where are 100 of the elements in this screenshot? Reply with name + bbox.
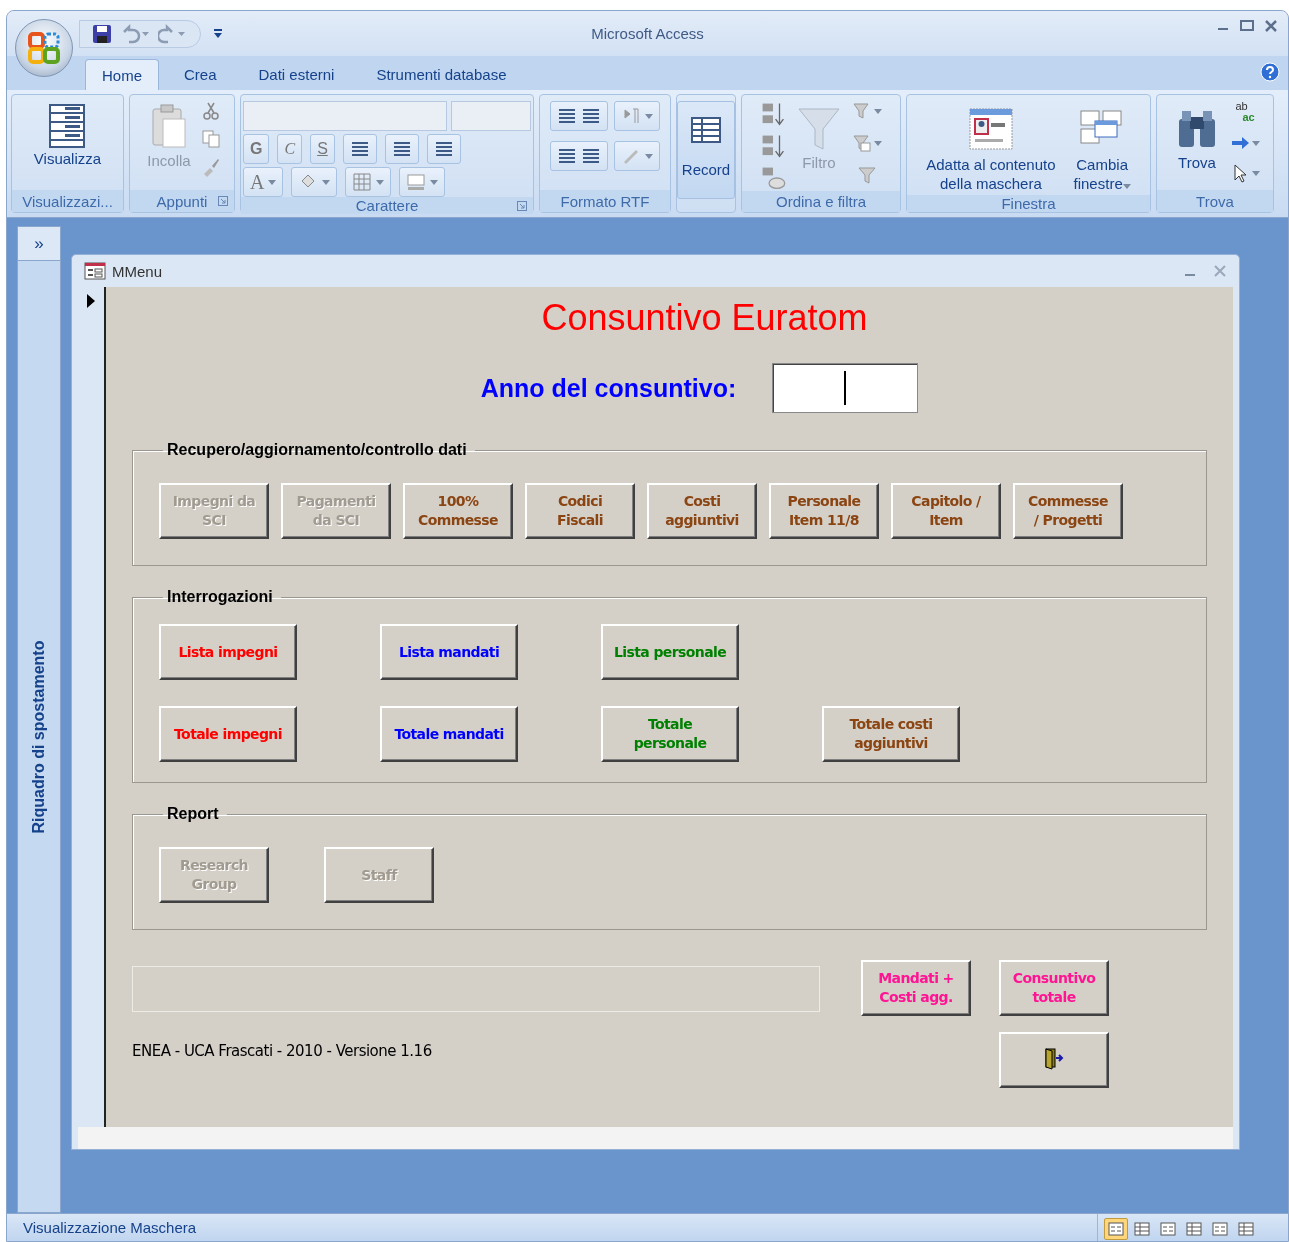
dropdown-caret-icon [376, 179, 385, 185]
form-button[interactable]: Mandati + Costi agg. [861, 960, 971, 1016]
ribbon-tab[interactable]: Home [85, 59, 159, 90]
ribbon-button[interactable]: Adatta al contenuto della maschera [922, 101, 1060, 195]
year-field[interactable] [772, 363, 919, 413]
bold-button[interactable]: G [243, 134, 270, 164]
ribbon-tab[interactable]: Crea [167, 58, 234, 90]
form-button[interactable]: Lista personale [601, 624, 739, 680]
form-button[interactable]: Totale personale [601, 706, 739, 762]
exit-door-icon [1042, 1045, 1066, 1070]
form-button[interactable]: Lista mandati [380, 624, 518, 680]
row-color-button[interactable] [399, 167, 446, 197]
form-button[interactable]: Commesse / Progetti [1013, 483, 1123, 539]
form-button[interactable]: Consuntivo totale [999, 960, 1109, 1016]
form-button[interactable]: Capitolo / Item [891, 483, 1001, 539]
font-color-button[interactable]: A [243, 167, 284, 197]
record-button[interactable]: Record [676, 101, 736, 199]
paragraph-button[interactable] [614, 101, 660, 131]
dropdown-caret-icon [874, 140, 882, 146]
dropdown-caret-icon [322, 179, 331, 185]
form-button[interactable]: 100% Commesse [403, 483, 513, 539]
group-label: Visualizzazi... [22, 192, 113, 210]
ribbon-button[interactable]: Visualizza [29, 101, 106, 170]
window-title: Microsoft Access [591, 25, 704, 42]
dialog-launcher-icon[interactable] [517, 200, 527, 211]
align-center-icon[interactable] [391, 139, 412, 159]
decrease-indent-button[interactable] [550, 101, 608, 131]
dropdown-caret-icon [1252, 140, 1260, 146]
section-title: Recupero/aggiornamento/controllo dati [166, 441, 468, 459]
copy-icon[interactable] [200, 129, 221, 149]
save-icon[interactable] [92, 23, 112, 44]
form-button[interactable]: Lista impegni [159, 624, 297, 680]
dropdown-caret-icon [645, 153, 653, 159]
office-logo-icon [27, 31, 61, 65]
align-left-icon[interactable] [349, 139, 370, 159]
form-heading: Consuntivo Euratom [541, 297, 868, 339]
grid-icon[interactable] [352, 172, 373, 192]
underline-button[interactable]: S [310, 134, 335, 164]
customize-toolbar-icon[interactable] [213, 27, 223, 40]
view-button[interactable] [1104, 1217, 1128, 1240]
dialog-launcher-icon[interactable] [218, 196, 228, 206]
form-title: MMenu [112, 262, 164, 280]
close-icon[interactable] [1213, 264, 1227, 278]
clear-sort-icon[interactable] [760, 165, 786, 191]
sort-ascending-icon[interactable] [760, 101, 786, 127]
italic-button[interactable]: C [277, 134, 303, 164]
ribbon-tab[interactable]: Strumenti database [359, 58, 524, 90]
toggle-filter-icon[interactable] [857, 165, 877, 185]
form-button[interactable]: Totale costi aggiuntivi [822, 706, 960, 762]
indent-icon[interactable] [581, 106, 601, 126]
align-right-button[interactable] [426, 134, 461, 164]
form-view-icon [47, 103, 88, 149]
nav-pane-label[interactable]: Riquadro di spostamento [30, 640, 48, 833]
status-text: Visualizzazione Maschera [23, 1219, 197, 1236]
dropdown-caret-icon [645, 113, 653, 119]
form-button[interactable]: Personale Item 11/8 [769, 483, 879, 539]
dropdown-caret-icon [1252, 170, 1260, 176]
close-icon[interactable] [1264, 19, 1278, 33]
form-button[interactable]: Totale mandati [380, 706, 518, 762]
group-label: Appunti [156, 192, 208, 210]
list-button[interactable] [550, 141, 608, 171]
ribbon-button[interactable]: Trova [1170, 101, 1224, 174]
align-right-icon[interactable] [433, 139, 454, 159]
dropdown-caret-icon [1122, 184, 1131, 189]
bullet-list-icon[interactable] [581, 146, 601, 166]
expand-nav-button[interactable]: » [18, 227, 60, 261]
form-button[interactable]: Costi aggiuntivi [647, 483, 757, 539]
form-button[interactable]: Totale impegni [159, 706, 297, 762]
ribbon-tab[interactable]: Dati esterni [241, 58, 352, 90]
form-button[interactable]: Codici Fiscali [525, 483, 635, 539]
numbered-list-icon[interactable] [557, 146, 577, 166]
advanced-filter-icon[interactable] [852, 133, 872, 153]
align-center-button[interactable] [384, 134, 419, 164]
footer-text: ENEA - UCA Frascati - 2010 - Versione 1.16 [132, 1042, 433, 1060]
redo-icon[interactable] [158, 23, 188, 44]
group-label: Finestra [1001, 195, 1056, 212]
indent-icon[interactable] [557, 106, 577, 126]
help-icon[interactable] [1260, 62, 1280, 82]
switch-windows-button[interactable]: Cambia finestre [1069, 101, 1135, 195]
form-icon [84, 262, 106, 280]
exit-button[interactable] [999, 1032, 1109, 1088]
align-left-button[interactable] [342, 134, 377, 164]
dropdown-caret-icon [874, 108, 882, 114]
clipboard-icon [149, 103, 189, 151]
maximize-icon[interactable] [1240, 19, 1254, 33]
group-label: Trova [1196, 192, 1234, 210]
text-caret [844, 371, 847, 405]
dropdown-caret-icon [268, 179, 277, 185]
cut-icon[interactable] [200, 101, 221, 121]
year-label: Anno del consuntivo: [480, 373, 737, 403]
sort-descending-icon[interactable] [760, 133, 786, 159]
section-title: Interrogazioni [166, 588, 274, 606]
group-label: Formato RTF [560, 192, 650, 210]
record-selector-icon [86, 293, 96, 309]
replace-button[interactable]: ab ac [1235, 101, 1255, 123]
fill-color-button[interactable] [291, 167, 338, 197]
filter-selection-icon[interactable] [852, 101, 872, 121]
group-label: Carattere [355, 197, 419, 214]
section-title: Report [166, 805, 220, 823]
paragraph-icon[interactable] [621, 106, 641, 126]
